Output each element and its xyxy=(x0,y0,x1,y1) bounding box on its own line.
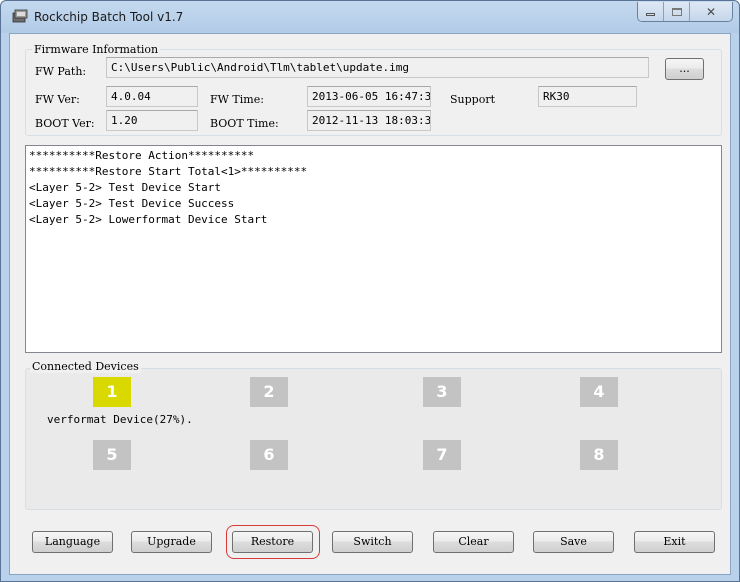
connected-devices-title: Connected Devices xyxy=(30,360,141,373)
fw-time-label: FW Time: xyxy=(210,93,264,106)
firmware-info-title: Firmware Information xyxy=(32,43,161,56)
log-panel[interactable]: **********Restore Action********** *****… xyxy=(25,145,722,353)
device-slot-6[interactable]: 6 xyxy=(250,440,288,470)
boot-time-label: BOOT Time: xyxy=(210,117,279,130)
close-icon: ✕ xyxy=(705,4,717,19)
boot-ver-label: BOOT Ver: xyxy=(35,117,95,130)
device-1-status: verformat Device(27%). xyxy=(47,413,193,426)
language-button[interactable]: Language xyxy=(32,531,113,553)
support-label: Support xyxy=(450,93,496,105)
device-slot-8[interactable]: 8 xyxy=(580,440,618,470)
minimize-icon xyxy=(646,13,655,16)
window-title: Rockchip Batch Tool v1.7 xyxy=(34,10,184,24)
log-line: <Layer 5-2> Lowerformat Device Start xyxy=(29,213,268,226)
boot-ver-field[interactable]: 1.20 xyxy=(106,110,198,131)
upgrade-button[interactable]: Upgrade xyxy=(131,531,212,553)
fw-path-label: FW Path: xyxy=(35,65,87,78)
fw-ver-label: FW Ver: xyxy=(35,93,80,106)
restore-button[interactable]: Restore xyxy=(232,531,313,553)
device-slot-1[interactable]: 1 xyxy=(93,377,131,407)
device-slot-4[interactable]: 4 xyxy=(580,377,618,407)
boot-time-field[interactable]: 2012-11-13 18:03:31 xyxy=(307,110,431,131)
exit-button[interactable]: Exit xyxy=(634,531,715,553)
client-area: Firmware Information FW Path: C:\Users\P… xyxy=(9,33,731,575)
log-line: **********Restore Start Total<1>********… xyxy=(29,165,308,178)
title-bar[interactable]: Rockchip Batch Tool v1.7 ✕ xyxy=(1,1,739,33)
close-button[interactable]: ✕ xyxy=(690,2,732,21)
save-button[interactable]: Save xyxy=(533,531,614,553)
fw-path-field[interactable]: C:\Users\Public\Android\Tlm\tablet\updat… xyxy=(106,57,649,78)
device-slot-5[interactable]: 5 xyxy=(93,440,131,470)
app-window: Rockchip Batch Tool v1.7 ✕ Firmware Info… xyxy=(0,0,740,582)
maximize-icon xyxy=(671,7,682,16)
fw-ver-field[interactable]: 4.0.04 xyxy=(106,86,198,107)
window-controls: ✕ xyxy=(637,2,733,22)
log-line: <Layer 5-2> Test Device Success xyxy=(29,197,235,210)
clear-button[interactable]: Clear xyxy=(433,531,514,553)
log-line: **********Restore Action********** xyxy=(29,149,255,162)
device-slot-3[interactable]: 3 xyxy=(423,377,461,407)
app-icon xyxy=(12,9,28,23)
minimize-button[interactable] xyxy=(638,2,664,21)
device-slot-2[interactable]: 2 xyxy=(250,377,288,407)
fw-time-field[interactable]: 2013-06-05 16:47:37 xyxy=(307,86,431,107)
device-slot-7[interactable]: 7 xyxy=(423,440,461,470)
log-line: <Layer 5-2> Test Device Start xyxy=(29,181,222,194)
browse-button[interactable]: ... xyxy=(665,58,704,80)
maximize-button[interactable] xyxy=(664,2,690,21)
support-field[interactable]: RK30 xyxy=(538,86,637,107)
switch-button[interactable]: Switch xyxy=(332,531,413,553)
